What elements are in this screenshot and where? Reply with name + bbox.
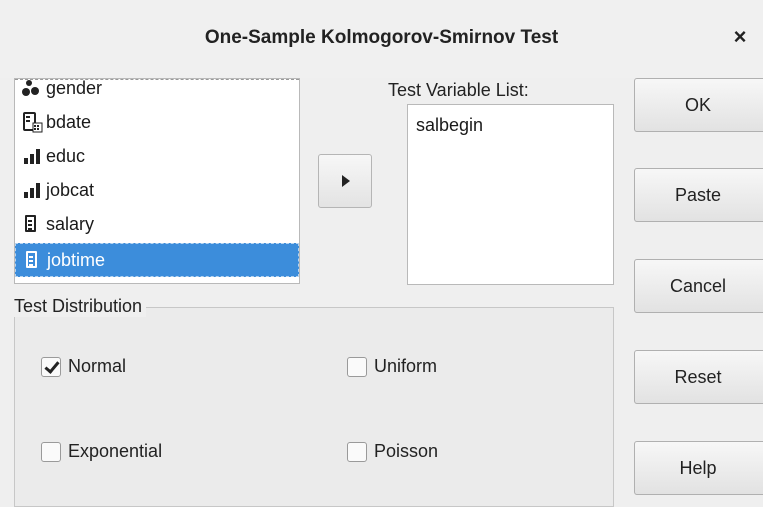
ordinal-icon xyxy=(21,145,43,167)
ordinal-icon xyxy=(21,179,43,201)
checkbox-label: Exponential xyxy=(68,441,163,461)
help-button[interactable]: Help xyxy=(634,441,763,495)
variable-item-educ[interactable]: educ xyxy=(15,139,299,173)
close-icon[interactable]: × xyxy=(727,24,753,50)
uniform-checkbox[interactable]: Uniform xyxy=(347,356,437,377)
cancel-button[interactable]: Cancel xyxy=(634,259,763,313)
variable-label: salary xyxy=(46,213,95,234)
scale-icon xyxy=(21,213,43,235)
checkbox-label: Normal xyxy=(68,356,127,376)
test-variable-list-label: Test Variable List: xyxy=(388,80,529,100)
checkbox-label: Poisson xyxy=(374,441,439,461)
dialog-title: One-Sample Kolmogorov-Smirnov Test xyxy=(204,27,559,48)
move-variable-button[interactable] xyxy=(318,154,372,208)
variable-item-jobcat[interactable]: jobcat xyxy=(15,173,299,207)
normal-checkbox[interactable]: Normal xyxy=(41,356,126,377)
reset-button[interactable]: Reset xyxy=(634,350,763,404)
paste-button[interactable]: Paste xyxy=(634,168,763,222)
test-distribution-group xyxy=(14,307,614,507)
ok-button[interactable]: OK xyxy=(634,78,763,132)
variable-item-jobtime[interactable]: jobtime xyxy=(15,243,299,277)
checkmark-icon[interactable] xyxy=(41,356,61,377)
source-variable-list[interactable]: gender bdate educ jobcat salary jobtime xyxy=(14,78,300,284)
variable-item-bdate[interactable]: bdate xyxy=(15,105,299,139)
checkbox-label: Uniform xyxy=(374,356,438,376)
exponential-checkbox[interactable]: Exponential xyxy=(41,441,162,462)
checkbox-box[interactable] xyxy=(347,441,367,462)
checkbox-box[interactable] xyxy=(41,441,61,462)
variable-label: gender xyxy=(46,78,103,98)
poisson-checkbox[interactable]: Poisson xyxy=(347,441,438,462)
nominal-icon xyxy=(21,79,43,99)
title-bar: One-Sample Kolmogorov-Smirnov Test × xyxy=(0,0,763,78)
test-variable-list[interactable]: salbegin xyxy=(407,104,614,285)
test-distribution-label: Test Distribution xyxy=(14,296,147,317)
variable-label: jobtime xyxy=(47,249,106,270)
variable-label: educ xyxy=(46,145,86,166)
right-arrow-icon xyxy=(342,175,350,187)
checkbox-box[interactable] xyxy=(347,356,367,377)
test-variable-item[interactable]: salbegin xyxy=(416,115,483,136)
date-scale-icon xyxy=(21,111,43,133)
variable-label: bdate xyxy=(46,111,92,132)
variable-item-salary[interactable]: salary xyxy=(15,207,299,241)
variable-label: jobcat xyxy=(46,179,95,200)
variable-item-gender[interactable]: gender xyxy=(15,78,299,105)
scale-icon xyxy=(22,249,44,271)
